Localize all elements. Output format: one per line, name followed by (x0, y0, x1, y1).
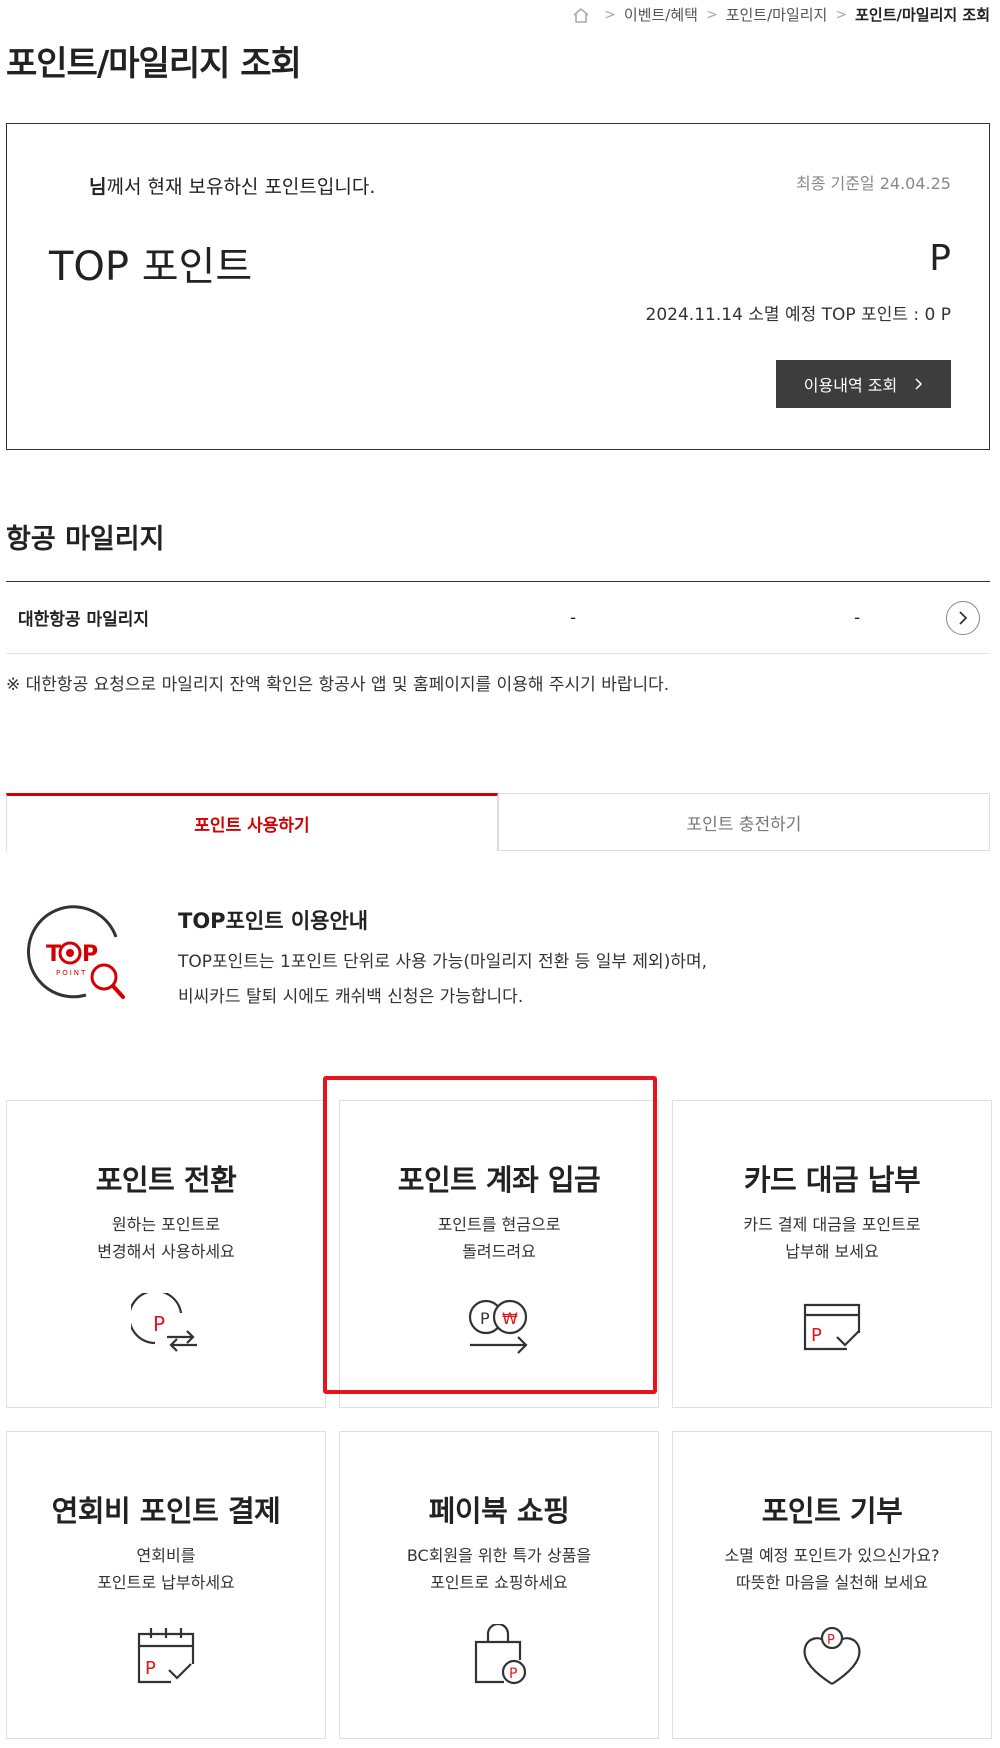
card-desc-line: 납부해 보세요 (785, 1242, 879, 1261)
svg-text:P: P (82, 942, 98, 967)
breadcrumb-item-current: 포인트/마일리지 조회 (855, 6, 990, 24)
info-description: TOP포인트는 1포인트 단위로 사용 가능(마일리지 전환 등 일부 제외)하… (178, 945, 707, 1015)
info-title: TOP포인트 이용안내 (178, 909, 369, 933)
card-title: 페이북 쇼핑 (428, 1494, 570, 1528)
top-point-logo: T P POINT (26, 905, 125, 999)
card-desc-line: BC회원을 위한 특가 상품을 (406, 1546, 592, 1565)
breadcrumb-item-points[interactable]: 포인트/마일리지 (726, 4, 828, 25)
card-title: 연회비 포인트 결제 (51, 1494, 281, 1528)
mileage-name: 대한항공 마일리지 (18, 610, 150, 630)
card-desc-line: 포인트로 납부하세요 (97, 1573, 235, 1592)
mileage-note: ※ 대한항공 요청으로 마일리지 잔액 확인은 항공사 앱 및 홈페이지를 이용… (6, 675, 670, 695)
tab-bar: 포인트 사용하기 포인트 충전하기 (6, 793, 990, 851)
card-point-exchange[interactable]: 포인트 전환 원하는 포인트로 변경해서 사용하세요 P (6, 1100, 326, 1408)
calendar-payment-icon: P (137, 1628, 195, 1684)
card-desc-line: 카드 결제 대금을 포인트로 (743, 1215, 921, 1234)
history-button-label: 이용내역 조회 (803, 376, 898, 395)
point-to-cash-icon: P ₩ (468, 1299, 528, 1354)
card-annual-fee[interactable]: 연회비 포인트 결제 연회비를 포인트로 납부하세요 P (6, 1431, 326, 1739)
top-point-value: P (929, 238, 951, 279)
svg-text:P: P (145, 1658, 156, 1679)
card-desc-line: 포인트로 쇼핑하세요 (430, 1573, 568, 1592)
card-title: 포인트 전환 (95, 1163, 237, 1197)
info-desc-line: TOP포인트는 1포인트 단위로 사용 가능(마일리지 전환 등 일부 제외)하… (178, 952, 708, 972)
home-icon[interactable] (572, 7, 590, 23)
breadcrumb-item-events[interactable]: 이벤트/혜택 (624, 4, 698, 25)
tab-charge-points[interactable]: 포인트 충전하기 (498, 793, 990, 851)
top-point-label: TOP 포인트 (49, 244, 253, 290)
chevron-right-icon: > (835, 6, 848, 23)
mileage-title: 항공 마일리지 (6, 524, 165, 555)
card-desc-line: 변경해서 사용하세요 (97, 1242, 235, 1261)
card-payment-icon: P (803, 1303, 861, 1351)
mileage-value: - (570, 607, 577, 628)
card-point-to-account[interactable]: 포인트 계좌 입금 포인트를 현금으로 돌려드려요 P ₩ (339, 1100, 659, 1408)
card-desc: 포인트를 현금으로 돌려드려요 (340, 1211, 658, 1265)
chevron-right-icon (959, 610, 968, 625)
chevron-right-icon: > (705, 6, 718, 23)
mileage-value: - (854, 607, 861, 628)
card-desc: BC회원을 위한 특가 상품을 포인트로 쇼핑하세요 (340, 1542, 658, 1596)
card-desc-line: 돌려드려요 (462, 1242, 536, 1261)
svg-text:P: P (811, 1325, 822, 1346)
card-point-donation[interactable]: 포인트 기부 소멸 예정 포인트가 있으신가요? 따뜻한 마음을 실천해 보세요… (672, 1431, 992, 1739)
point-summary-box: 님께서 현재 보유하신 포인트입니다. 최종 기준일 24.04.25 TOP … (6, 123, 990, 450)
card-desc-line: 연회비를 (136, 1546, 196, 1565)
history-button[interactable]: 이용내역 조회 (776, 360, 951, 408)
svg-text:P: P (153, 1312, 165, 1336)
svg-text:₩: ₩ (502, 1309, 518, 1328)
card-title: 카드 대금 납부 (743, 1163, 921, 1197)
svg-text:P: P (509, 1666, 517, 1682)
chevron-right-icon (915, 378, 923, 390)
owner-text: 님께서 현재 보유하신 포인트입니다. (89, 176, 376, 198)
card-desc: 소멸 예정 포인트가 있으신가요? 따뜻한 마음을 실천해 보세요 (673, 1542, 991, 1596)
tab-use-points[interactable]: 포인트 사용하기 (6, 793, 498, 851)
svg-text:P: P (827, 1633, 835, 1648)
card-desc: 카드 결제 대금을 포인트로 납부해 보세요 (673, 1211, 991, 1265)
point-exchange-icon: P (128, 1289, 197, 1352)
svg-text:P: P (480, 1309, 490, 1328)
card-title: 포인트 계좌 입금 (397, 1163, 601, 1197)
card-paybook-shopping[interactable]: 페이북 쇼핑 BC회원을 위한 특가 상품을 포인트로 쇼핑하세요 P (339, 1431, 659, 1739)
breadcrumb: > 이벤트/혜택 > 포인트/마일리지 > 포인트/마일리지 조회 (572, 4, 990, 25)
card-desc: 원하는 포인트로 변경해서 사용하세요 (7, 1211, 325, 1265)
shopping-bag-icon: P (474, 1622, 527, 1685)
card-desc-line: 포인트를 현금으로 (437, 1215, 561, 1234)
heart-donation-icon: P (803, 1626, 861, 1685)
expire-text: 2024.11.14 소멸 예정 TOP 포인트 : 0 P (645, 305, 951, 325)
card-desc-line: 원하는 포인트로 (111, 1215, 221, 1234)
chevron-right-icon: > (604, 6, 616, 23)
page-title: 포인트/마일리지 조회 (6, 44, 302, 84)
mileage-row: 대한항공 마일리지 - - (6, 582, 990, 654)
card-desc-line: 따뜻한 마음을 실천해 보세요 (736, 1573, 928, 1592)
card-card-payment[interactable]: 카드 대금 납부 카드 결제 대금을 포인트로 납부해 보세요 P (672, 1100, 992, 1408)
card-desc: 연회비를 포인트로 납부하세요 (7, 1542, 325, 1596)
card-title: 포인트 기부 (761, 1494, 903, 1528)
base-date: 최종 기준일 24.04.25 (795, 174, 951, 193)
mileage-detail-button[interactable] (946, 600, 980, 635)
svg-text:POINT: POINT (56, 969, 87, 977)
info-desc-line: 비씨카드 탈퇴 시에도 캐쉬백 신청은 가능합니다. (178, 987, 524, 1007)
card-desc-line: 소멸 예정 포인트가 있으신가요? (724, 1546, 940, 1565)
